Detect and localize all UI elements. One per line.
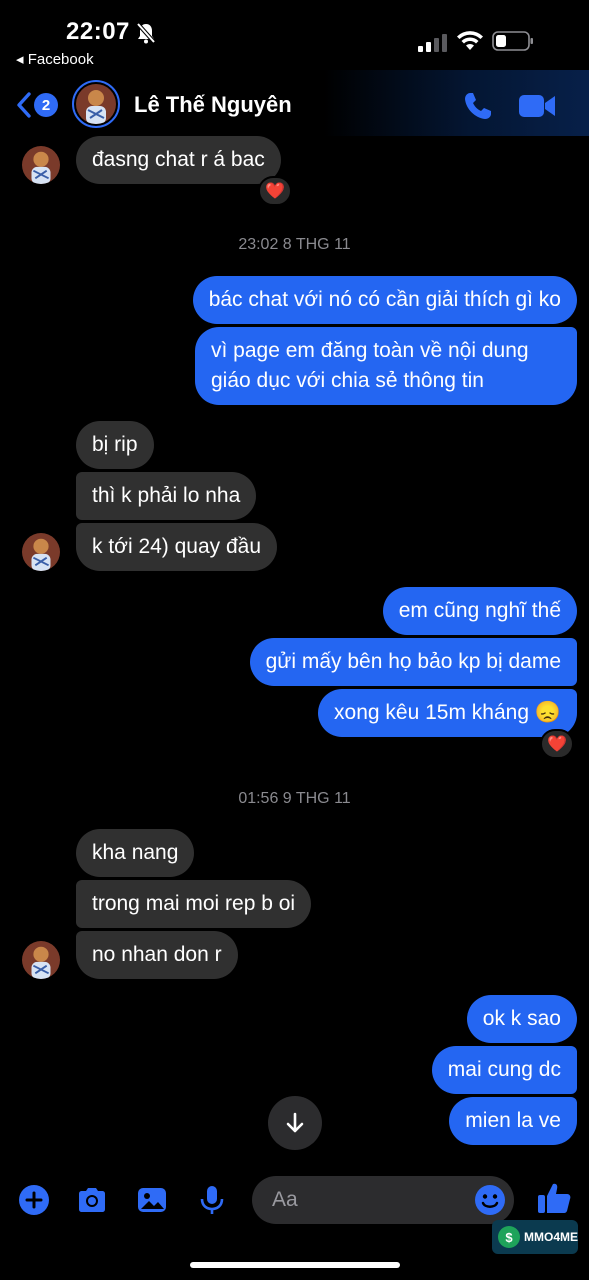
sender-avatar[interactable] xyxy=(22,146,60,184)
status-time: 22:07 xyxy=(66,18,130,45)
status-bar: 22:07 ◂ Facebook xyxy=(0,0,589,70)
heart-reaction[interactable]: ❤️ xyxy=(258,176,292,206)
incoming-message[interactable]: trong mai moi rep b oi xyxy=(76,880,312,928)
battery-icon xyxy=(492,31,533,51)
plus-icon[interactable] xyxy=(18,1184,50,1216)
message-list[interactable]: đasng chat r á bac ❤️ 23:02 8 THG 11 bác… xyxy=(0,136,589,1156)
timestamp: 01:56 9 THG 11 xyxy=(238,790,351,807)
contact-avatar[interactable] xyxy=(72,80,120,128)
incoming-message[interactable]: bị rip xyxy=(76,421,154,469)
outgoing-message[interactable]: em cũng nghĩ thế xyxy=(382,587,577,635)
mic-icon[interactable] xyxy=(196,1184,228,1216)
incoming-message[interactable]: no nhan don r xyxy=(76,931,238,979)
signal-icon xyxy=(418,34,447,52)
incoming-message[interactable]: kha nang xyxy=(76,829,195,877)
like-icon[interactable] xyxy=(536,1180,572,1216)
outgoing-message[interactable]: mien la ve xyxy=(449,1097,577,1145)
watermark-text: MMO4ME xyxy=(524,1230,578,1244)
camera-icon[interactable] xyxy=(76,1184,108,1216)
outgoing-message[interactable]: bác chat với nó có cần giải thích gì ko xyxy=(192,276,577,324)
outgoing-message[interactable]: xong kêu 15m kháng 😞 xyxy=(318,689,577,737)
wifi-icon xyxy=(457,31,483,50)
outgoing-message[interactable]: ok k sao xyxy=(466,995,577,1043)
incoming-message[interactable]: đasng chat r á bac xyxy=(76,136,281,184)
back-to-facebook-link[interactable]: ◂ Facebook xyxy=(16,50,94,68)
scroll-to-bottom-button[interactable] xyxy=(268,1096,322,1150)
phone-icon[interactable] xyxy=(462,90,494,122)
sender-avatar[interactable] xyxy=(22,533,60,571)
message-input-container[interactable] xyxy=(252,1176,514,1224)
coin-icon: $ xyxy=(498,1226,520,1248)
unread-count-badge: 2 xyxy=(34,93,58,117)
outgoing-message[interactable]: vì page em đăng toàn về nội dung giáo dụ… xyxy=(195,327,577,405)
emoji-icon[interactable] xyxy=(474,1184,506,1216)
avatar-image xyxy=(76,84,116,124)
contact-name[interactable]: Lê Thế Nguyên xyxy=(134,92,292,118)
sender-avatar[interactable] xyxy=(22,941,60,979)
chat-header: 2 Lê Thế Nguyên xyxy=(0,70,589,136)
bell-off-icon xyxy=(136,22,156,44)
back-chevron-icon xyxy=(17,92,31,118)
message-input[interactable] xyxy=(272,1176,472,1224)
back-button[interactable]: 2 xyxy=(16,92,62,118)
incoming-message[interactable]: k tới 24) quay đầu xyxy=(76,523,278,571)
arrow-down-icon xyxy=(286,1112,304,1133)
incoming-message[interactable]: thì k phải lo nha xyxy=(76,472,257,520)
watermark-logo: $ MMO4ME xyxy=(492,1220,578,1254)
video-icon[interactable] xyxy=(518,92,556,120)
outgoing-message[interactable]: mai cung dc xyxy=(431,1046,577,1094)
heart-reaction[interactable]: ❤️ xyxy=(540,729,574,759)
home-indicator[interactable] xyxy=(190,1262,400,1268)
timestamp: 23:02 8 THG 11 xyxy=(238,236,351,253)
outgoing-message[interactable]: gửi mấy bên họ bảo kp bị dame xyxy=(249,638,577,686)
image-icon[interactable] xyxy=(136,1184,168,1216)
